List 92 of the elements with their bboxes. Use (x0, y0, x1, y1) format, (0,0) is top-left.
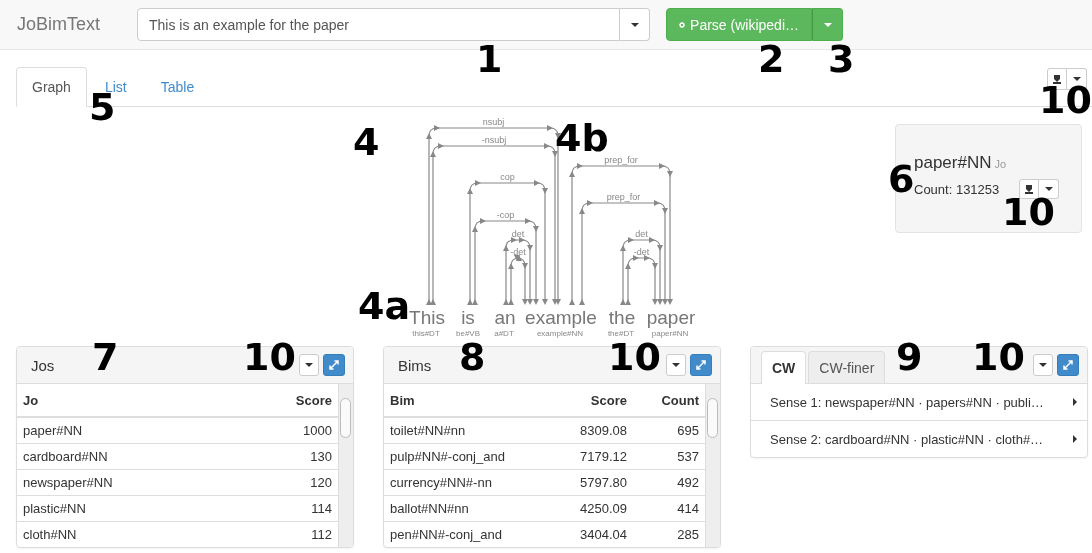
table-cell: 3404.04 (541, 521, 633, 547)
query-field[interactable]: This is an example for the paper (137, 8, 620, 41)
arc-label: prep_for (604, 155, 638, 165)
callout-number: 5 (89, 93, 116, 121)
callout-number: 4 (353, 128, 380, 156)
table-cell: pulp#NN#-conj_and (384, 443, 541, 470)
term-title: paper#NN (914, 153, 992, 172)
callout-number: 4b (555, 124, 609, 152)
table-cell: currency#NN#-nn (384, 469, 541, 496)
tab[interactable]: CW-finer (808, 351, 886, 383)
table-cell: cloth#NN (17, 521, 246, 547)
arc-label: prep_for (606, 192, 641, 202)
app-brand[interactable]: JoBimText (17, 14, 137, 35)
expand-button[interactable] (1057, 354, 1079, 376)
arc-label: det (635, 229, 648, 239)
table-cell: paper#NN (17, 417, 246, 444)
panel-title: Bims (398, 356, 432, 374)
sense-item[interactable]: Sense 2: cardboard#NN · plastic#NN · cloth#… (751, 421, 1087, 457)
dropdown-button[interactable] (666, 354, 686, 376)
expand-button[interactable] (323, 354, 345, 376)
caret-icon (672, 363, 680, 367)
callout-number: 10 (243, 343, 296, 371)
table-cell: cardboard#NN (17, 443, 246, 470)
expand-icon (329, 360, 339, 370)
caret-icon (1039, 363, 1047, 367)
caret-right-icon (1073, 398, 1077, 406)
pos-tag: be#VB (456, 329, 480, 338)
callout-number: 10 (972, 343, 1025, 371)
callout-number: 1 (476, 45, 503, 73)
table-cell: ballot#NN#nn (384, 495, 541, 522)
download-icon (1024, 184, 1034, 194)
callout-number: 3 (828, 45, 855, 73)
callout-number: 7 (92, 343, 119, 371)
tab[interactable]: Graph (16, 67, 87, 107)
arc-label: -cop (496, 210, 515, 220)
dropdown-button[interactable] (299, 354, 319, 376)
tab[interactable]: CW (761, 351, 807, 384)
table-cell: toilet#NN#nn (384, 417, 541, 444)
panel-title: Jos (31, 356, 55, 374)
term-type: Jo (994, 158, 1007, 170)
caret-icon (1072, 77, 1081, 81)
callout-number: 6 (888, 165, 915, 193)
table-cell: 5797.80 (541, 469, 633, 496)
word[interactable]: an (494, 307, 516, 328)
callout-number: 10 (1039, 86, 1092, 114)
table-cell: 4250.09 (541, 495, 633, 522)
caret-icon (630, 22, 639, 27)
word[interactable]: is (461, 307, 475, 328)
arc-label: cop (500, 172, 515, 182)
expand-icon (696, 360, 706, 370)
download-icon (1052, 74, 1062, 84)
column-header[interactable]: Score (541, 384, 633, 417)
pos-tag: paper#NN (651, 329, 689, 338)
sense-item[interactable]: Sense 1: newspaper#NN · papers#NN · publi… (751, 384, 1087, 421)
expand-button[interactable] (690, 354, 712, 376)
pos-tag: example#NN (536, 329, 584, 338)
scrollbar[interactable] (705, 384, 720, 547)
table-cell: plastic#NN (17, 495, 246, 522)
term-count: Count: 131253 (914, 181, 1000, 197)
arc-label: -det (510, 247, 526, 257)
word[interactable]: the (608, 307, 636, 328)
callout-number: 9 (896, 343, 923, 371)
tab[interactable]: Table (144, 67, 211, 107)
table-cell: pen#NN#-conj_and (384, 521, 541, 547)
callout-number: 10 (1002, 198, 1055, 226)
column-header[interactable]: Jo (17, 384, 246, 417)
arc-label: -det (633, 247, 650, 257)
pos-tag: this#DT (412, 329, 440, 338)
table-cell: 8309.08 (541, 417, 633, 444)
table-cell: newspaper#NN (17, 469, 246, 496)
pos-tag: a#DT (494, 329, 514, 338)
callout-number: 8 (459, 343, 486, 371)
caret-icon (823, 22, 832, 27)
scrollbar[interactable] (338, 384, 353, 547)
expand-icon (1063, 360, 1073, 370)
table-cell: 7179.12 (541, 443, 633, 470)
dropdown-button[interactable] (1039, 179, 1059, 199)
word[interactable]: This (409, 307, 445, 328)
caret-icon (1044, 187, 1053, 191)
callout-number: 2 (758, 45, 785, 73)
arc-label: -nsubj (481, 135, 507, 145)
caret-right-icon (1073, 435, 1077, 443)
export-button[interactable] (1019, 179, 1039, 199)
dropdown-button[interactable] (1033, 354, 1053, 376)
arc-label: nsubj (482, 117, 505, 127)
word[interactable]: example (525, 307, 597, 328)
pos-tag: the#DT (607, 329, 635, 338)
column-header[interactable]: Bim (384, 384, 541, 417)
caret-icon (305, 363, 313, 367)
arc-label: det (511, 229, 525, 239)
callout-number: 10 (608, 343, 661, 371)
word[interactable]: paper (646, 307, 696, 328)
